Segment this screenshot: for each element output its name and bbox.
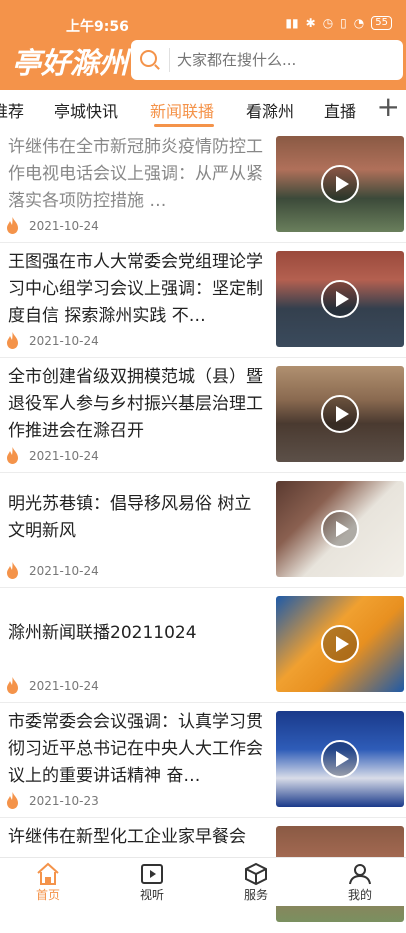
nav-media-label: 视听 — [139, 888, 164, 902]
news-meta: 2021-10-24 — [6, 562, 99, 579]
news-thumbnail[interactable] — [276, 711, 404, 807]
news-date: 2021-10-24 — [29, 218, 99, 233]
nav-home[interactable]: 首页 — [18, 862, 78, 903]
tab-live[interactable]: 直播 — [324, 98, 356, 122]
news-item[interactable]: 全市创建省级双拥模范城（县）暨退役军人参与乡村振兴基层治理工作推进会在滁召开 2… — [0, 358, 406, 473]
news-thumbnail[interactable] — [276, 136, 404, 232]
status-icons: ▮▮ ✱ ◷ ▯ ◔ 55 — [285, 16, 392, 30]
news-meta: 2021-10-24 — [6, 447, 99, 464]
news-title: 王图强在市人大常委会党组理论学习中心组学习会议上强调：坚定制度自信 探索滁州实践… — [8, 252, 263, 326]
hot-fire-icon — [7, 447, 18, 464]
search-icon — [140, 50, 157, 67]
news-meta: 2021-10-23 — [6, 792, 99, 809]
bluetooth-icon: ✱ — [305, 16, 316, 30]
news-title: 许继伟在新型化工企业家早餐会 — [8, 827, 246, 847]
hot-fire-icon — [7, 332, 18, 349]
news-date: 2021-10-23 — [29, 793, 99, 808]
signal-icon: ▮▮ — [285, 16, 299, 30]
news-date: 2021-10-24 — [29, 678, 99, 693]
nav-services[interactable]: 服务 — [226, 862, 286, 903]
news-title: 滁州新闻联播20211024 — [8, 623, 197, 643]
news-meta: 2021-10-24 — [6, 217, 99, 234]
cube-icon — [245, 862, 267, 886]
news-item[interactable]: 许继伟在全市新冠肺炎疫情防控工作电视电话会议上强调：从严从紧落实各项防控措施 …… — [0, 128, 406, 243]
alarm-icon: ◷ — [322, 16, 334, 30]
status-time: 上午9:56 — [66, 19, 129, 35]
search-input[interactable] — [177, 48, 392, 72]
news-item[interactable]: 王图强在市人大常委会党组理论学习中心组学习会议上强调：坚定制度自信 探索滁州实践… — [0, 243, 406, 358]
news-item[interactable]: 滁州新闻联播20211024 2021-10-24 — [0, 588, 406, 703]
app-header: 上午9:56 ▮▮ ✱ ◷ ▯ ◔ 55 亭好滁州 — [0, 0, 406, 90]
home-icon — [37, 862, 59, 885]
play-icon[interactable] — [321, 395, 359, 433]
news-date: 2021-10-24 — [29, 563, 99, 578]
news-title: 全市创建省级双拥模范城（县）暨退役军人参与乡村振兴基层治理工作推进会在滁召开 — [8, 367, 263, 441]
tab-news-broadcast[interactable]: 新闻联播 — [150, 98, 214, 122]
search-bar[interactable] — [131, 40, 403, 80]
vibrate-icon: ▯ — [340, 16, 347, 30]
bottom-navigation: 首页 视听 服务 我的 — [0, 857, 406, 906]
nav-home-label: 首页 — [35, 888, 60, 902]
nav-profile-label: 我的 — [347, 888, 372, 902]
active-tab-indicator — [154, 124, 214, 127]
app-logo: 亭好滁州 — [12, 46, 129, 80]
news-meta: 2021-10-24 — [6, 332, 99, 349]
news-date: 2021-10-24 — [29, 448, 99, 463]
nav-profile[interactable]: 我的 — [330, 862, 390, 903]
tab-news-flash[interactable]: 亭城快讯 — [54, 98, 118, 122]
status-bar: 上午9:56 ▮▮ ✱ ◷ ▯ ◔ 55 — [0, 14, 406, 36]
search-divider — [169, 48, 170, 72]
add-tab-icon[interactable]: + — [377, 92, 400, 122]
tab-recommend[interactable]: 推荐 — [0, 98, 24, 122]
news-thumbnail[interactable] — [276, 596, 404, 692]
news-thumbnail[interactable] — [276, 481, 404, 577]
news-item[interactable]: 市委常委会会议强调：认真学习贯彻习近平总书记在中央人大工作会议上的重要讲话精神 … — [0, 703, 406, 818]
news-item[interactable]: 明光苏巷镇：倡导移风易俗 树立文明新风 2021-10-24 — [0, 473, 406, 588]
play-icon[interactable] — [321, 625, 359, 663]
news-thumbnail[interactable] — [276, 251, 404, 347]
nav-media[interactable]: 视听 — [122, 862, 182, 903]
wifi-icon: ◔ — [353, 16, 365, 30]
nav-services-label: 服务 — [243, 888, 268, 902]
play-icon[interactable] — [321, 740, 359, 778]
play-icon[interactable] — [321, 165, 359, 203]
news-date: 2021-10-24 — [29, 333, 99, 348]
news-title: 许继伟在全市新冠肺炎疫情防控工作电视电话会议上强调：从严从紧落实各项防控措施 … — [8, 137, 263, 211]
news-title: 明光苏巷镇：倡导移风易俗 树立文明新风 — [8, 494, 252, 541]
hot-fire-icon — [7, 677, 18, 694]
category-tabs: 推荐 亭城快讯 新闻联播 看滁州 直播 + — [0, 90, 406, 128]
play-icon[interactable] — [321, 510, 359, 548]
news-meta: 2021-10-24 — [6, 677, 99, 694]
hot-fire-icon — [7, 562, 18, 579]
tab-watch-chuzhou[interactable]: 看滁州 — [246, 98, 294, 122]
play-icon[interactable] — [321, 280, 359, 318]
hot-fire-icon — [7, 217, 18, 234]
user-icon — [349, 864, 371, 885]
hot-fire-icon — [7, 792, 18, 809]
battery-icon: 55 — [371, 16, 392, 30]
news-thumbnail[interactable] — [276, 366, 404, 462]
video-icon — [141, 864, 163, 884]
news-title: 市委常委会会议强调：认真学习贯彻习近平总书记在中央人大工作会议上的重要讲话精神 … — [8, 712, 263, 786]
